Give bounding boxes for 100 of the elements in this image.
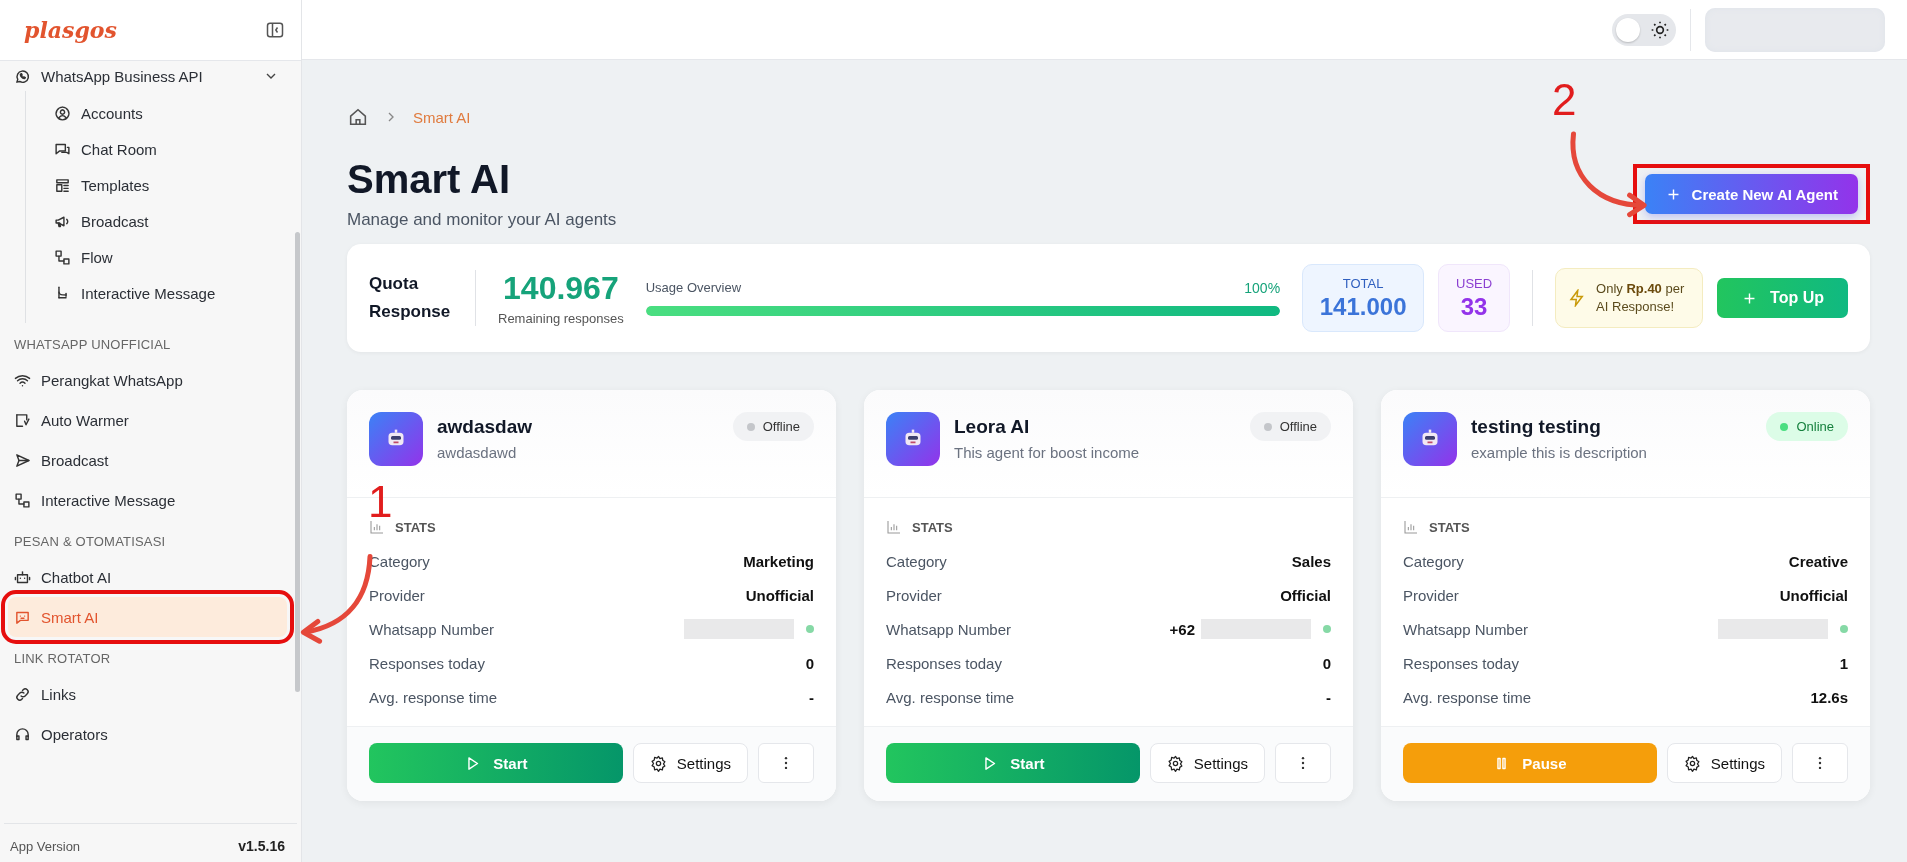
- brand-logo[interactable]: plasgos: [24, 17, 117, 43]
- remaining-count: 140.967: [503, 270, 619, 307]
- agent-description: This agent for boost income: [954, 444, 1141, 461]
- stat-value: Sales: [1291, 552, 1331, 570]
- sidebar-item[interactable]: Interactive Message: [8, 480, 287, 520]
- stat-label: Whatsapp Number: [1403, 620, 1529, 638]
- stat-value: -: [809, 688, 814, 706]
- promo-text: Only Rp.40 per AI Response!: [1596, 280, 1686, 316]
- usage-label: Usage Overview: [645, 280, 742, 296]
- sidebar-item[interactable]: Interactive Message: [48, 275, 287, 311]
- total-value: 141.000: [1319, 292, 1407, 321]
- stats-heading: STATS: [395, 519, 436, 535]
- scrollbar[interactable]: [295, 232, 300, 692]
- sidebar-item[interactable]: Perangkat WhatsApp: [8, 360, 287, 400]
- sun-icon: [1650, 19, 1670, 40]
- sidebar-item[interactable]: Templates: [48, 167, 287, 203]
- app-version: v1.5.16: [238, 838, 285, 854]
- stat-value: -: [1326, 688, 1331, 706]
- stat-label: Whatsapp Number: [886, 620, 1012, 638]
- template-icon: [54, 176, 71, 194]
- used-value: 33: [1460, 292, 1488, 321]
- more-options-icon[interactable]: [1275, 743, 1331, 783]
- sidebar-item[interactable]: Accounts: [48, 95, 287, 131]
- sidebar-item[interactable]: Broadcast: [8, 440, 287, 480]
- settings-icon: [1166, 754, 1184, 772]
- remaining-label: Remaining responses: [498, 311, 624, 326]
- stat-label: Provider: [886, 586, 942, 604]
- user-circle-icon: [54, 104, 71, 122]
- page-title: Smart AI: [347, 156, 511, 202]
- stat-value: Unofficial: [745, 586, 814, 604]
- phone-prefix: +62: [1169, 620, 1195, 638]
- quota-title: Quota Response: [369, 273, 452, 323]
- agent-name: Leora AI: [954, 416, 1031, 438]
- send-icon: [14, 451, 31, 469]
- section-heading: LINK ROTATOR: [13, 650, 112, 668]
- home-icon[interactable]: [347, 106, 369, 128]
- profile-chip[interactable]: [1705, 7, 1885, 52]
- sidebar-item[interactable]: Broadcast: [48, 203, 287, 239]
- usage-percent: 100%: [1244, 280, 1281, 296]
- flow-icon: [54, 248, 71, 266]
- sidebar-item[interactable]: Operators: [8, 714, 287, 754]
- stats-heading: STATS: [1429, 519, 1470, 535]
- bar-chart-icon: [1403, 519, 1419, 535]
- robot-avatar-icon: [886, 412, 940, 466]
- create-agent-button[interactable]: Create New AI Agent: [1644, 174, 1858, 214]
- status-badge: Offline: [732, 412, 814, 441]
- stat-value: 0: [805, 654, 814, 672]
- stat-label: Provider: [369, 586, 425, 604]
- stats-heading: STATS: [912, 519, 953, 535]
- stat-label: Whatsapp Number: [369, 620, 495, 638]
- sidebar-item[interactable]: Chatbot AI: [8, 557, 287, 597]
- headset-icon: [14, 725, 31, 743]
- settings-icon: [1683, 754, 1701, 772]
- sidebar-item[interactable]: Auto Warmer: [8, 400, 287, 440]
- stat-label: Provider: [1403, 586, 1459, 604]
- robot-avatar-icon: [1403, 412, 1457, 466]
- stat-label: Responses today: [369, 654, 485, 672]
- sidebar-item[interactable]: WhatsApp Business API: [8, 61, 287, 91]
- stat-value: 1: [1839, 654, 1848, 672]
- robot-avatar-icon: [369, 412, 423, 466]
- bar-chart-icon: [369, 519, 385, 535]
- settings-button[interactable]: Settings: [1666, 743, 1782, 783]
- agent-name: awdasdaw: [437, 416, 534, 438]
- more-options-icon[interactable]: [758, 743, 814, 783]
- more-options-icon[interactable]: [1792, 743, 1848, 783]
- whatsapp-icon: [14, 67, 31, 85]
- stat-label: Avg. response time: [1403, 688, 1532, 706]
- stat-value: 0: [1322, 654, 1331, 672]
- annotation-number: 2: [1552, 78, 1577, 122]
- agent-description: awdasdawd: [437, 444, 518, 461]
- used-label: USED: [1456, 275, 1493, 291]
- page-subtitle: Manage and monitor your AI agents: [347, 210, 617, 230]
- status-badge: Online: [1766, 412, 1848, 441]
- stat-label: Responses today: [1403, 654, 1519, 672]
- settings-button[interactable]: Settings: [632, 743, 748, 783]
- annotation-number: 1: [368, 484, 393, 520]
- stat-label: Category: [1403, 552, 1464, 570]
- flow-icon: [14, 491, 31, 509]
- status-badge: Offline: [1249, 412, 1331, 441]
- robot-icon: [14, 568, 31, 586]
- agent-name: testing testing: [1471, 416, 1602, 438]
- sidebar-item[interactable]: Links: [8, 674, 287, 714]
- section-heading: WHATSAPP UNOFFICIAL: [13, 336, 172, 354]
- stat-label: Avg. response time: [886, 688, 1015, 706]
- sidebar-item[interactable]: Chat Room: [48, 131, 287, 167]
- sidebar-item[interactable]: Flow: [48, 239, 287, 275]
- sidebar-collapse-icon[interactable]: [265, 20, 285, 40]
- stat-value: 12.6s: [1810, 688, 1848, 706]
- stat-label: Category: [886, 552, 947, 570]
- theme-toggle[interactable]: [1612, 13, 1676, 46]
- settings-button[interactable]: Settings: [1149, 743, 1265, 783]
- stat-value: Official: [1280, 586, 1331, 604]
- stat-label: Responses today: [886, 654, 1002, 672]
- section-heading: PESAN & OTOMATISASI: [13, 533, 167, 551]
- stat-value: Unofficial: [1779, 586, 1848, 604]
- agent-description: example this is description: [1471, 444, 1648, 461]
- total-label: TOTAL: [1342, 275, 1384, 291]
- settings-icon: [649, 754, 667, 772]
- link-icon: [14, 685, 31, 703]
- bar-chart-icon: [886, 519, 902, 535]
